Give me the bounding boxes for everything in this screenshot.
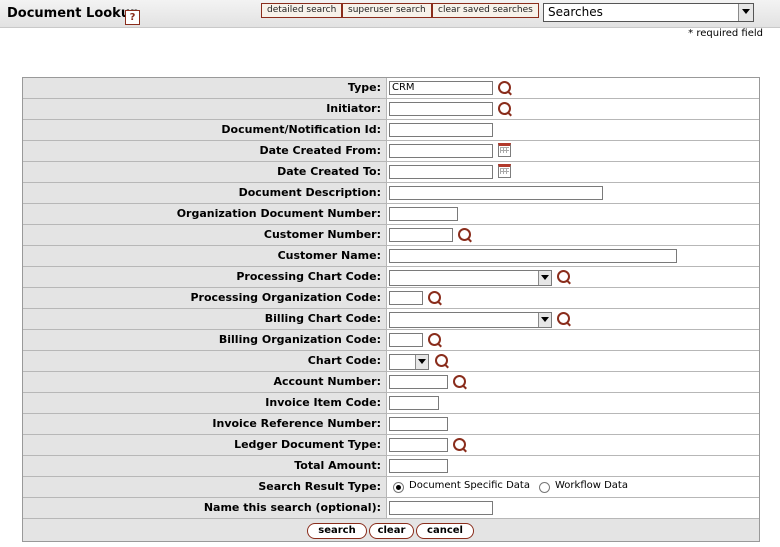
invoice-reference-number-label: Invoice Reference Number: xyxy=(23,414,387,434)
total-amount-label: Total Amount: xyxy=(23,456,387,476)
document-specific-data-radio[interactable] xyxy=(393,482,404,493)
row-customer-name: Customer Name: xyxy=(23,246,759,267)
superuser-search-button[interactable]: superuser search xyxy=(342,3,432,18)
organization-document-number-label: Organization Document Number: xyxy=(23,204,387,224)
row-document-description: Document Description: xyxy=(23,183,759,204)
total-amount-input[interactable] xyxy=(389,459,448,473)
detailed-search-button[interactable]: detailed search xyxy=(261,3,343,18)
lookup-icon[interactable] xyxy=(435,354,448,367)
billing-chart-code-label: Billing Chart Code: xyxy=(23,309,387,329)
account-number-input[interactable] xyxy=(389,375,448,389)
page-title: Document Lookup xyxy=(7,6,140,21)
type-input[interactable]: CRM xyxy=(389,81,493,95)
row-account-number: Account Number: xyxy=(23,372,759,393)
date-created-to-input[interactable] xyxy=(389,165,493,179)
row-invoice-reference-number: Invoice Reference Number: xyxy=(23,414,759,435)
date-created-from-label: Date Created From: xyxy=(23,141,387,161)
chart-code-label: Chart Code: xyxy=(23,351,387,371)
row-document-id: Document/Notification Id: xyxy=(23,120,759,141)
chevron-down-icon xyxy=(738,4,753,21)
chevron-down-icon xyxy=(538,271,551,285)
document-id-input[interactable] xyxy=(389,123,493,137)
chart-code-select[interactable] xyxy=(389,354,429,370)
date-created-to-label: Date Created To: xyxy=(23,162,387,182)
calendar-icon[interactable] xyxy=(498,143,511,157)
organization-document-number-input[interactable] xyxy=(389,207,458,221)
row-invoice-item-code: Invoice Item Code: xyxy=(23,393,759,414)
document-specific-data-label: Document Specific Data xyxy=(409,480,530,491)
row-customer-number: Customer Number: xyxy=(23,225,759,246)
calendar-icon[interactable] xyxy=(498,164,511,178)
lookup-icon[interactable] xyxy=(498,81,511,94)
lookup-icon[interactable] xyxy=(453,375,466,388)
lookup-icon[interactable] xyxy=(458,228,471,241)
lookup-form: Type: CRM Initiator: Document/Notificati… xyxy=(22,77,760,542)
cancel-button[interactable]: cancel xyxy=(416,523,474,539)
billing-chart-code-select[interactable] xyxy=(389,312,552,328)
lookup-icon[interactable] xyxy=(453,438,466,451)
search-name-label: Name this search (optional): xyxy=(23,498,387,518)
row-search-name: Name this search (optional): xyxy=(23,498,759,519)
initiator-label: Initiator: xyxy=(23,99,387,119)
row-initiator: Initiator: xyxy=(23,99,759,120)
row-billing-chart-code: Billing Chart Code: xyxy=(23,309,759,330)
ledger-document-type-input[interactable] xyxy=(389,438,448,452)
row-type: Type: CRM xyxy=(23,78,759,99)
required-field-note: * required field xyxy=(688,28,763,39)
page-header: Document Lookup ? detailed search superu… xyxy=(0,0,780,28)
action-bar: search clear cancel xyxy=(23,519,759,541)
lookup-icon[interactable] xyxy=(557,270,570,283)
lookup-icon[interactable] xyxy=(428,333,441,346)
row-processing-organization-code: Processing Organization Code: xyxy=(23,288,759,309)
row-date-created-to: Date Created To: xyxy=(23,162,759,183)
document-description-label: Document Description: xyxy=(23,183,387,203)
customer-number-label: Customer Number: xyxy=(23,225,387,245)
saved-searches-value: Searches xyxy=(548,5,603,19)
row-chart-code: Chart Code: xyxy=(23,351,759,372)
document-description-input[interactable] xyxy=(389,186,603,200)
document-id-label: Document/Notification Id: xyxy=(23,120,387,140)
chevron-down-icon xyxy=(415,355,428,369)
help-icon[interactable]: ? xyxy=(125,10,140,25)
invoice-item-code-label: Invoice Item Code: xyxy=(23,393,387,413)
customer-name-label: Customer Name: xyxy=(23,246,387,266)
search-button[interactable]: search xyxy=(307,523,367,539)
processing-chart-code-select[interactable] xyxy=(389,270,552,286)
row-total-amount: Total Amount: xyxy=(23,456,759,477)
workflow-data-label: Workflow Data xyxy=(555,480,628,491)
ledger-document-type-label: Ledger Document Type: xyxy=(23,435,387,455)
type-label: Type: xyxy=(23,78,387,98)
search-result-type-label: Search Result Type: xyxy=(23,477,387,497)
saved-searches-select[interactable]: Searches xyxy=(543,3,754,22)
customer-name-input[interactable] xyxy=(389,249,677,263)
invoice-item-code-input[interactable] xyxy=(389,396,439,410)
initiator-input[interactable] xyxy=(389,102,493,116)
row-date-created-from: Date Created From: xyxy=(23,141,759,162)
workflow-data-radio[interactable] xyxy=(539,482,550,493)
customer-number-input[interactable] xyxy=(389,228,453,242)
lookup-icon[interactable] xyxy=(557,312,570,325)
lookup-icon[interactable] xyxy=(498,102,511,115)
clear-saved-searches-button[interactable]: clear saved searches xyxy=(432,3,539,18)
chevron-down-icon xyxy=(538,313,551,327)
billing-organization-code-label: Billing Organization Code: xyxy=(23,330,387,350)
processing-organization-code-input[interactable] xyxy=(389,291,423,305)
processing-organization-code-label: Processing Organization Code: xyxy=(23,288,387,308)
search-name-input[interactable] xyxy=(389,501,493,515)
lookup-icon[interactable] xyxy=(428,291,441,304)
row-search-result-type: Search Result Type: Document Specific Da… xyxy=(23,477,759,498)
billing-organization-code-input[interactable] xyxy=(389,333,423,347)
row-processing-chart-code: Processing Chart Code: xyxy=(23,267,759,288)
row-ledger-document-type: Ledger Document Type: xyxy=(23,435,759,456)
processing-chart-code-label: Processing Chart Code: xyxy=(23,267,387,287)
row-organization-document-number: Organization Document Number: xyxy=(23,204,759,225)
account-number-label: Account Number: xyxy=(23,372,387,392)
clear-button[interactable]: clear xyxy=(369,523,414,539)
invoice-reference-number-input[interactable] xyxy=(389,417,448,431)
row-billing-organization-code: Billing Organization Code: xyxy=(23,330,759,351)
date-created-from-input[interactable] xyxy=(389,144,493,158)
